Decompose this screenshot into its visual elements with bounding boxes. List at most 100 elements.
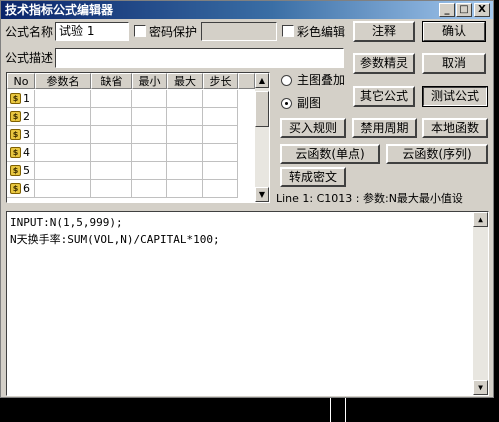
col-no-header: No: [7, 73, 35, 89]
param-step-cell[interactable]: [203, 108, 238, 126]
param-min-cell[interactable]: [132, 144, 167, 162]
param-name-cell[interactable]: [35, 126, 91, 144]
local-function-button[interactable]: 本地函数: [422, 118, 488, 138]
cancel-button[interactable]: 取消: [422, 53, 486, 74]
close-icon: X: [478, 4, 486, 15]
comment-button[interactable]: 注释: [353, 21, 415, 42]
name-label: 公式名称: [5, 25, 54, 39]
param-min-cell[interactable]: [132, 108, 167, 126]
row-number: 4: [23, 146, 30, 159]
param-name-cell[interactable]: [35, 162, 91, 180]
row-number: 5: [23, 164, 30, 177]
table-row[interactable]: $3: [7, 126, 255, 144]
row-number: 1: [23, 92, 30, 105]
row-number: 2: [23, 110, 30, 123]
row-number: 6: [23, 182, 30, 195]
password-checkbox[interactable]: [134, 25, 146, 37]
param-row-icon: $: [10, 129, 21, 140]
param-default-cell[interactable]: [91, 126, 132, 144]
password-label: 密码保护: [149, 25, 198, 39]
disable-period-button[interactable]: 禁用周期: [352, 118, 417, 138]
param-max-cell[interactable]: [167, 162, 203, 180]
scroll-thumb[interactable]: [255, 91, 269, 127]
param-step-cell[interactable]: [203, 126, 238, 144]
col-max-header: 最大: [167, 73, 203, 89]
password-input[interactable]: [201, 22, 277, 41]
parameter-table[interactable]: No 参数名 缺省 最小 最大 步长 $1 $2 $3 $ 4 $ 5 $ 6 …: [6, 72, 270, 203]
buy-rule-button[interactable]: 买入规则: [280, 118, 346, 138]
param-row-icon: $: [10, 111, 21, 122]
table-row[interactable]: $6: [7, 180, 255, 198]
scroll-down-icon[interactable]: ▼: [473, 380, 488, 395]
editor-scrollbar[interactable]: ▲ ▼: [473, 212, 488, 395]
maximize-icon: □: [459, 4, 469, 15]
param-default-cell[interactable]: [91, 90, 132, 108]
formula-name-input[interactable]: 试验 1: [55, 22, 129, 41]
color-edit-checkbox[interactable]: [282, 25, 294, 37]
param-name-cell[interactable]: [35, 90, 91, 108]
description-input[interactable]: [55, 48, 344, 68]
color-edit-label: 彩色编辑: [297, 25, 346, 39]
formula-editor-window: 技术指标公式编辑器 _ □ X 公式名称 试验 1 密码保护 彩色编辑 公式描述…: [0, 0, 494, 398]
param-default-cell[interactable]: [91, 162, 132, 180]
parameter-table-header: No 参数名 缺省 最小 最大 步长: [7, 73, 255, 89]
parameter-table-scrollbar[interactable]: ▲ ▼: [255, 73, 269, 202]
param-step-cell[interactable]: [203, 90, 238, 108]
other-formula-button[interactable]: 其它公式: [353, 86, 415, 107]
sub-chart-label: 副图: [297, 96, 322, 110]
table-row[interactable]: $2: [7, 108, 255, 126]
param-min-cell[interactable]: [132, 126, 167, 144]
param-min-cell[interactable]: [132, 162, 167, 180]
param-row-icon: $: [10, 93, 21, 104]
sub-chart-radio[interactable]: [281, 98, 292, 109]
cloud-function-series-button[interactable]: 云函数(序列): [386, 144, 488, 164]
table-row[interactable]: $4: [7, 144, 255, 162]
confirm-button[interactable]: 确认: [422, 21, 486, 42]
col-default-header: 缺省: [91, 73, 132, 89]
param-step-cell[interactable]: [203, 144, 238, 162]
param-min-cell[interactable]: [132, 90, 167, 108]
title-bar[interactable]: 技术指标公式编辑器 _ □ X: [1, 1, 493, 19]
param-wizard-button[interactable]: 参数精灵: [353, 53, 415, 74]
param-row-icon: $: [10, 165, 21, 176]
param-name-cell[interactable]: [35, 144, 91, 162]
scroll-down-icon[interactable]: ▼: [255, 187, 269, 202]
desktop-line: [330, 398, 331, 422]
param-default-cell[interactable]: [91, 144, 132, 162]
close-button[interactable]: X: [474, 3, 490, 17]
param-max-cell[interactable]: [167, 144, 203, 162]
param-name-cell[interactable]: [35, 180, 91, 198]
param-step-cell[interactable]: [203, 162, 238, 180]
main-overlay-radio[interactable]: [281, 75, 292, 86]
main-overlay-label: 主图叠加: [297, 73, 346, 87]
formula-code-editor[interactable]: INPUT:N(1,5,999); N天换手率:SUM(VOL,N)/CAPIT…: [6, 211, 489, 396]
param-default-cell[interactable]: [91, 108, 132, 126]
param-min-cell[interactable]: [132, 180, 167, 198]
param-default-cell[interactable]: [91, 180, 132, 198]
col-step-header: 步长: [203, 73, 238, 89]
param-row-icon: $: [10, 183, 21, 194]
param-name-cell[interactable]: [35, 108, 91, 126]
col-min-header: 最小: [132, 73, 167, 89]
param-step-cell[interactable]: [203, 180, 238, 198]
scroll-up-icon[interactable]: ▲: [473, 212, 488, 227]
col-name-header: 参数名: [35, 73, 91, 89]
minimize-icon: _: [444, 4, 450, 15]
param-max-cell[interactable]: [167, 180, 203, 198]
param-max-cell[interactable]: [167, 108, 203, 126]
table-row[interactable]: $5: [7, 162, 255, 180]
test-formula-button[interactable]: 测试公式: [422, 86, 488, 107]
cloud-function-single-button[interactable]: 云函数(单点): [280, 144, 380, 164]
param-row-icon: $: [10, 147, 21, 158]
col-blank-header: [238, 73, 255, 89]
code-line: N天换手率:SUM(VOL,N)/CAPITAL*100;: [10, 233, 220, 246]
param-max-cell[interactable]: [167, 126, 203, 144]
table-row[interactable]: $1: [7, 90, 255, 108]
scroll-up-icon[interactable]: ▲: [255, 73, 269, 88]
param-max-cell[interactable]: [167, 90, 203, 108]
minimize-button[interactable]: _: [439, 3, 455, 17]
desktop-line: [345, 398, 346, 422]
window-title: 技术指标公式编辑器: [5, 3, 114, 17]
convert-to-cipher-button[interactable]: 转成密文: [280, 167, 346, 187]
maximize-button[interactable]: □: [456, 3, 472, 17]
